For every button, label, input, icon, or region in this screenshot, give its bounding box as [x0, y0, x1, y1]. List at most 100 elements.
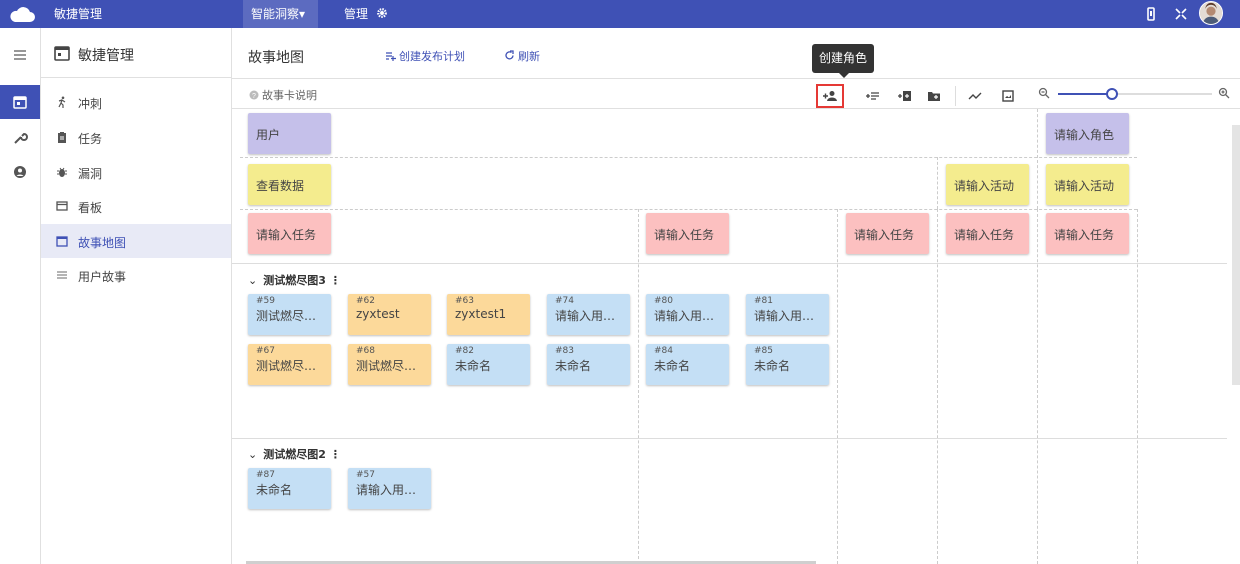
sidebar-item-task[interactable]: 任务 [41, 120, 231, 154]
story-card[interactable]: #67 测试燃尽图... [248, 344, 331, 385]
rail-tools-button[interactable] [0, 121, 40, 155]
story-card-legend[interactable]: ? 故事卡说明 [249, 87, 317, 103]
story-number: #85 [754, 346, 773, 356]
create-role-button[interactable] [816, 84, 844, 108]
story-card-legend-label: 故事卡说明 [262, 89, 317, 102]
story-number: #83 [555, 346, 574, 356]
story-title: 未命名 [256, 483, 293, 497]
role-card[interactable]: 用户 [248, 113, 331, 154]
card-label: 请输入角色 [1054, 128, 1115, 142]
sprint-header[interactable]: ⌄ 测试燃尽图3 ⋮ [248, 272, 341, 288]
story-card[interactable]: #74 请输入用户... [547, 294, 630, 335]
story-card[interactable]: #81 请输入用户... [746, 294, 829, 335]
task-card[interactable]: 请输入任务 [946, 213, 1029, 254]
rail-agile-button[interactable] [0, 85, 40, 119]
add-activity-button[interactable] [859, 84, 887, 108]
rail-account-button[interactable] [0, 155, 40, 189]
refresh-label: 刷新 [518, 50, 540, 63]
story-title: 请输入用户... [654, 309, 724, 323]
refresh-button[interactable]: 刷新 [504, 48, 540, 64]
library-add-icon [898, 91, 911, 101]
menu-toggle-button[interactable] [0, 38, 40, 72]
task-card[interactable]: 请输入任务 [846, 213, 929, 254]
activity-card[interactable]: 请输入活动 [946, 164, 1029, 205]
story-card[interactable]: #87 未命名 [248, 468, 331, 509]
story-card[interactable]: #82 未命名 [447, 344, 530, 385]
app-title[interactable]: 敏捷管理 [54, 6, 102, 22]
activity-card[interactable]: 查看数据 [248, 164, 331, 205]
story-number: #84 [654, 346, 673, 356]
sprint-name: 测试燃尽图3 [263, 274, 326, 287]
more-vert-icon[interactable]: ⋮ [330, 448, 341, 461]
role-card[interactable]: 请输入角色 [1046, 113, 1129, 154]
sprint-header[interactable]: ⌄ 测试燃尽图2 ⋮ [248, 446, 341, 462]
zoom-slider-fill [1058, 93, 1112, 95]
story-number: #87 [256, 470, 275, 480]
story-number: #80 [654, 296, 673, 306]
insight-menu[interactable]: 智能洞察▾ [243, 0, 318, 28]
sidebar-item-user-story[interactable]: 用户故事 [41, 258, 231, 292]
story-title: 测试燃尽图... [256, 359, 326, 373]
story-card[interactable]: #80 请输入用户... [646, 294, 729, 335]
story-card[interactable]: #57 请输入用户... [348, 468, 431, 509]
mobile-icon[interactable] [1143, 6, 1159, 22]
story-title: 测试燃尽图... [256, 309, 326, 323]
sidebar-item-board[interactable]: 看板 [41, 189, 231, 223]
story-card[interactable]: #62 zyxtest [348, 294, 431, 335]
zoom-slider-knob[interactable] [1105, 88, 1118, 100]
row-divider [232, 438, 1227, 439]
story-number: #68 [356, 346, 375, 356]
story-card[interactable]: #59 测试燃尽图... [248, 294, 331, 335]
sidebar-item-story-map[interactable]: 故事地图 [41, 224, 231, 258]
story-card[interactable]: #63 zyxtest1 [447, 294, 530, 335]
burndown-chart-button[interactable] [961, 84, 989, 108]
sidebar-header: 敏捷管理 [41, 28, 231, 78]
grid-line [240, 209, 1137, 210]
task-card[interactable]: 请输入任务 [1046, 213, 1129, 254]
refresh-icon [505, 50, 514, 60]
playlist-add-icon [866, 92, 879, 100]
story-number: #62 [356, 296, 375, 306]
zoom-out-icon[interactable] [1038, 87, 1050, 99]
task-card[interactable]: 请输入任务 [646, 213, 729, 254]
sidebar-item-label: 用户故事 [78, 270, 127, 284]
story-number: #82 [455, 346, 474, 356]
calendar-icon [13, 96, 27, 109]
playlist-add-icon [386, 52, 396, 61]
zoom-in-icon[interactable] [1218, 87, 1230, 99]
hamburger-icon [14, 50, 26, 60]
more-vert-icon[interactable]: ⋮ [330, 274, 341, 287]
story-card[interactable]: #83 未命名 [547, 344, 630, 385]
fullscreen-icon[interactable] [1173, 6, 1189, 22]
wrench-icon [14, 132, 28, 144]
story-title: 未命名 [654, 359, 691, 373]
add-task-button[interactable] [891, 84, 919, 108]
create-release-plan-button[interactable]: 创建发布计划 [385, 48, 465, 64]
sidebar-item-label: 漏洞 [78, 167, 103, 181]
card-label: 请输入任务 [1054, 228, 1115, 242]
card-label: 请输入任务 [954, 228, 1015, 242]
trending-icon [968, 92, 982, 100]
story-card[interactable]: #85 未命名 [746, 344, 829, 385]
task-card[interactable]: 请输入任务 [248, 213, 331, 254]
divider [232, 78, 1240, 79]
chevron-down-icon[interactable]: ⌄ [248, 448, 257, 461]
activity-card[interactable]: 请输入活动 [1046, 164, 1129, 205]
chevron-down-icon[interactable]: ⌄ [248, 274, 257, 287]
grid-line [937, 157, 938, 209]
story-card[interactable]: #84 未命名 [646, 344, 729, 385]
story-card[interactable]: #68 测试燃尽图... [348, 344, 431, 385]
calendar-icon [54, 46, 70, 61]
sidebar-item-bug[interactable]: 漏洞 [41, 155, 231, 189]
help-circle-icon: ? [249, 90, 259, 100]
export-image-button[interactable] [994, 84, 1022, 108]
sidebar-item-sprint[interactable]: 冲刺 [41, 85, 231, 119]
admin-menu[interactable]: 管理 [344, 0, 388, 28]
vertical-scrollbar[interactable] [1232, 125, 1240, 385]
avatar[interactable] [1199, 1, 1223, 25]
story-title: 请输入用户... [356, 483, 426, 497]
cloud-logo-icon[interactable] [8, 4, 36, 24]
sidebar-item-label: 任务 [78, 132, 103, 146]
add-folder-button[interactable] [920, 84, 948, 108]
board-icon [56, 201, 68, 211]
